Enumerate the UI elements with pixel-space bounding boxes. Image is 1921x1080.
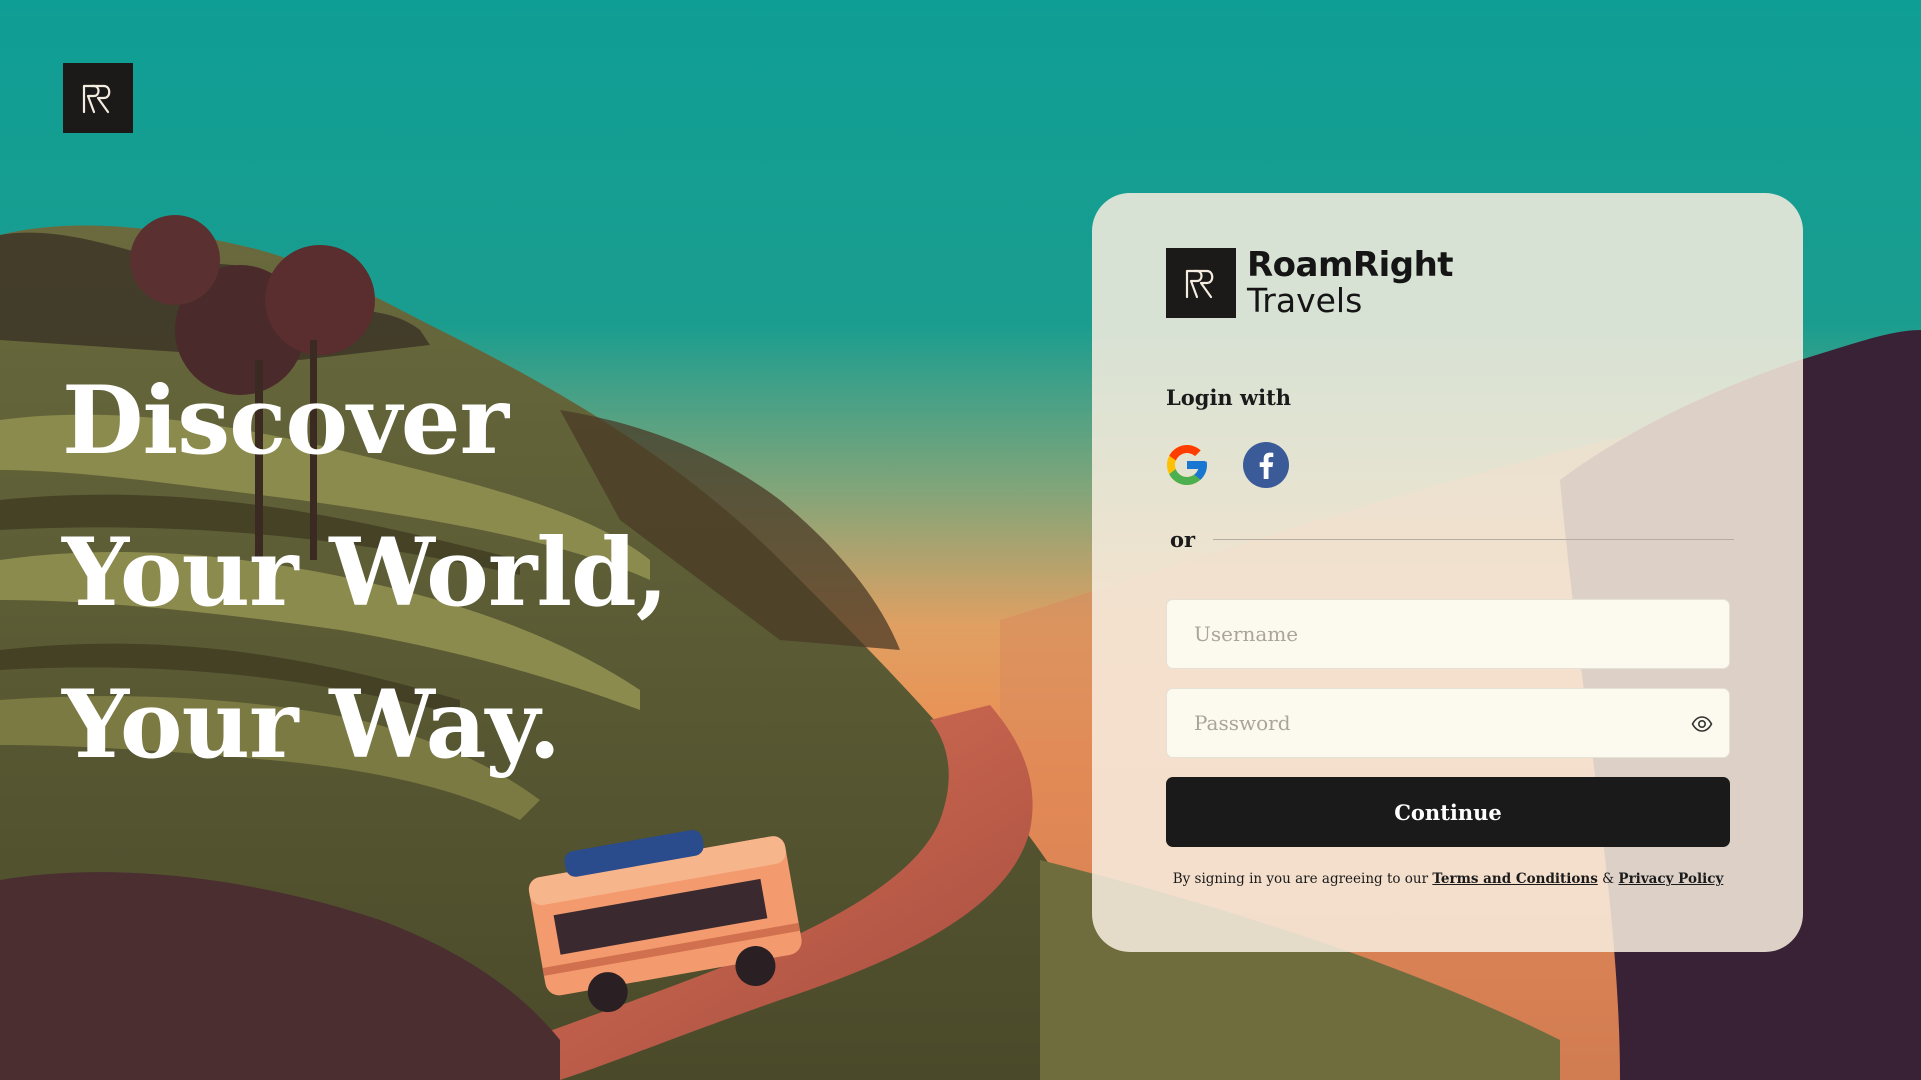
headline-line: Your World, [62,518,669,628]
brand-mark [1166,248,1236,318]
google-icon [1167,445,1207,485]
legal-prefix: By signing in you are agreeing to our [1172,871,1429,887]
brand-lockup: RoamRight Travels [1166,245,1454,320]
password-field[interactable] [1166,688,1730,758]
privacy-link[interactable]: Privacy Policy [1618,871,1723,887]
headline-line: Your Way. [62,670,561,780]
hero-headline: Discover Your World, Your Way. [62,345,669,801]
rr-monogram-icon [1185,269,1214,299]
username-input[interactable] [1167,600,1729,668]
password-input[interactable] [1167,689,1729,757]
brand-text: RoamRight Travels [1247,245,1454,320]
facebook-login-button[interactable] [1242,441,1290,489]
rr-monogram-icon [82,84,111,114]
legal-ampersand: & [1602,871,1615,887]
or-divider: or [1170,527,1734,552]
facebook-icon [1243,442,1289,488]
divider-line [1213,539,1734,540]
headline-line: Discover [62,366,509,476]
terms-link[interactable]: Terms and Conditions [1432,871,1597,887]
login-card: RoamRight Travels Login with or Continue [1092,193,1803,952]
brand-logo[interactable] [63,63,133,133]
legal-notice: By signing in you are agreeing to our Te… [1166,871,1730,887]
eye-icon[interactable] [1691,714,1713,734]
or-label: or [1170,527,1196,552]
google-login-button[interactable] [1163,441,1211,489]
login-with-label: Login with [1166,385,1292,410]
brand-subtitle: Travels [1247,281,1363,320]
username-field[interactable] [1166,599,1730,669]
continue-button[interactable]: Continue [1166,777,1730,847]
brand-name: RoamRight [1247,245,1454,285]
